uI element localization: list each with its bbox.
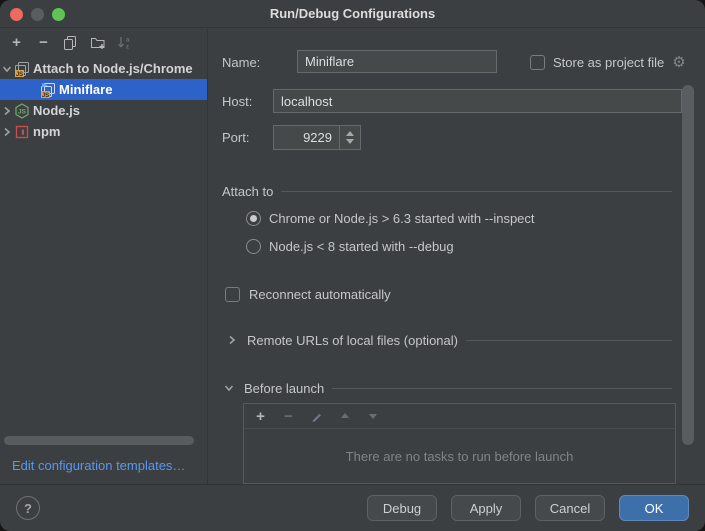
configurations-tree: JS Attach to Node.js/Chrome JS Miniflare xyxy=(0,58,207,142)
stepper-up-icon[interactable] xyxy=(346,131,354,136)
tree-item-npm[interactable]: npm xyxy=(0,121,207,142)
port-row: Port: xyxy=(222,125,249,150)
port-label: Port: xyxy=(222,130,249,145)
before-launch-section-header[interactable]: Before launch xyxy=(222,380,672,396)
chevron-down-icon[interactable] xyxy=(222,381,236,395)
radio-label: Chrome or Node.js > 6.3 started with --i… xyxy=(269,211,535,226)
name-label: Name: xyxy=(222,55,260,70)
svg-text:JS: JS xyxy=(18,108,27,115)
section-divider xyxy=(281,191,672,192)
add-configuration-button[interactable]: + xyxy=(8,34,25,51)
host-row: Host: xyxy=(222,89,252,114)
name-input[interactable] xyxy=(297,50,497,73)
host-label: Host: xyxy=(222,94,252,109)
attach-option-inspect[interactable]: Chrome or Node.js > 6.3 started with --i… xyxy=(246,210,535,226)
remove-task-button: − xyxy=(280,408,297,425)
footer-buttons: Debug Apply Cancel OK xyxy=(367,495,689,521)
add-task-button[interactable]: + xyxy=(252,408,269,425)
edit-configuration-templates-link[interactable]: Edit configuration templates… xyxy=(12,458,185,473)
radio-selected-icon[interactable] xyxy=(246,211,261,226)
store-as-project-file: Store as project file ⚙ xyxy=(530,50,686,74)
attach-to-section-header: Attach to xyxy=(222,183,672,199)
ok-button[interactable]: OK xyxy=(619,495,689,521)
section-divider xyxy=(332,388,672,389)
remove-configuration-button[interactable]: − xyxy=(35,34,52,51)
tree-item-label: Attach to Node.js/Chrome xyxy=(30,61,193,76)
before-launch-label: Before launch xyxy=(244,381,324,396)
radio-label: Node.js < 8 started with --debug xyxy=(269,239,454,254)
before-launch-toolbar: + − xyxy=(244,404,675,429)
reconnect-automatically[interactable]: Reconnect automatically xyxy=(225,286,391,302)
radio-unselected-icon[interactable] xyxy=(246,239,261,254)
store-as-project-file-label: Store as project file xyxy=(553,55,664,70)
stepper-down-icon[interactable] xyxy=(346,139,354,144)
reconnect-checkbox[interactable] xyxy=(225,287,240,302)
tree-item-label: npm xyxy=(30,124,60,139)
window-title: Run/Debug Configurations xyxy=(0,0,705,28)
configurations-sidebar: + − az JS Attach to Node.js/Chrome xyxy=(0,29,208,484)
chevron-right-icon[interactable] xyxy=(0,125,14,139)
store-as-project-file-checkbox[interactable] xyxy=(530,55,545,70)
attach-config-icon: JS xyxy=(14,61,30,77)
gear-icon[interactable]: ⚙ xyxy=(672,55,685,70)
port-input[interactable] xyxy=(273,125,339,150)
port-field xyxy=(273,125,361,150)
edit-task-icon xyxy=(308,408,325,425)
before-launch-panel: + − There are no tasks to run before lau… xyxy=(243,403,676,484)
no-tasks-message: There are no tasks to run before launch xyxy=(244,429,675,483)
section-divider xyxy=(466,340,672,341)
title-bar: Run/Debug Configurations xyxy=(0,0,705,28)
port-stepper[interactable] xyxy=(339,125,361,150)
chevron-right-icon[interactable] xyxy=(0,104,14,118)
move-down-icon xyxy=(364,408,381,425)
move-up-icon xyxy=(336,408,353,425)
nodejs-icon: JS xyxy=(14,103,30,119)
debug-button[interactable]: Debug xyxy=(367,495,437,521)
attach-to-label: Attach to xyxy=(222,184,273,199)
copy-configuration-icon[interactable] xyxy=(62,34,79,51)
sort-configurations-icon: az xyxy=(116,34,133,51)
tree-item-miniflare[interactable]: JS Miniflare xyxy=(0,79,207,100)
svg-text:z: z xyxy=(126,44,129,50)
sidebar-toolbar: + − az xyxy=(0,29,207,55)
attach-config-icon: JS xyxy=(40,82,56,98)
host-input[interactable] xyxy=(273,89,682,113)
remote-urls-section-header[interactable]: Remote URLs of local files (optional) xyxy=(225,332,672,348)
vertical-scrollbar[interactable] xyxy=(682,85,694,445)
npm-icon xyxy=(14,124,30,140)
tree-item-label: Node.js xyxy=(30,103,80,118)
attach-option-debug[interactable]: Node.js < 8 started with --debug xyxy=(246,238,454,254)
svg-text:JS: JS xyxy=(42,92,49,97)
help-button[interactable]: ? xyxy=(16,496,40,520)
horizontal-scrollbar[interactable] xyxy=(4,436,194,445)
tree-item-nodejs[interactable]: JS Node.js xyxy=(0,100,207,121)
footer-bar: ? Debug Apply Cancel OK xyxy=(0,484,705,531)
reconnect-label: Reconnect automatically xyxy=(249,287,391,302)
svg-text:JS: JS xyxy=(16,71,23,76)
chevron-down-icon[interactable] xyxy=(0,62,14,76)
run-debug-configurations-dialog: Run/Debug Configurations + − az xyxy=(0,0,705,531)
configuration-form: Name: Store as project file ⚙ Host: Port… xyxy=(208,28,705,484)
name-row: Name: xyxy=(222,50,260,74)
tree-item-label: Miniflare xyxy=(56,82,112,97)
svg-text:a: a xyxy=(126,37,130,43)
remote-urls-label: Remote URLs of local files (optional) xyxy=(247,333,458,348)
tree-item-attach-group[interactable]: JS Attach to Node.js/Chrome xyxy=(0,58,207,79)
new-folder-icon[interactable] xyxy=(89,34,106,51)
apply-button[interactable]: Apply xyxy=(451,495,521,521)
cancel-button[interactable]: Cancel xyxy=(535,495,605,521)
chevron-right-icon[interactable] xyxy=(225,333,239,347)
